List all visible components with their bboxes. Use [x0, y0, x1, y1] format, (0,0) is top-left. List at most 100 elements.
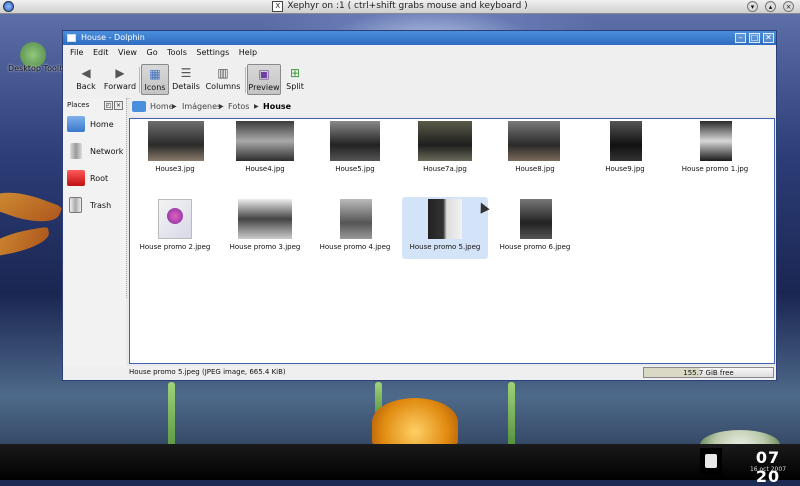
- file-item[interactable]: House3.jpg: [132, 119, 218, 181]
- icons-view-button[interactable]: ▦ Icons: [141, 64, 169, 95]
- file-name: House promo 5.jpeg: [409, 243, 481, 251]
- menu-edit[interactable]: Edit: [93, 48, 109, 57]
- file-name: House promo 2.jpeg: [139, 243, 211, 251]
- status-bar: House promo 5.jpeg (JPEG image, 665.4 Ki…: [63, 366, 776, 380]
- place-network-label: Network: [90, 147, 124, 156]
- file-item-selected[interactable]: House promo 5.jpeg: [402, 197, 488, 259]
- wallpaper-flower: [372, 398, 458, 446]
- host-title-bar: X Xephyr on :1 ( ctrl+shift grabs mouse a…: [0, 0, 800, 14]
- free-space-indicator: 155.7 GiB free: [643, 367, 774, 378]
- file-item[interactable]: House9.jpg: [582, 119, 668, 181]
- toolbar-separator: [245, 67, 246, 93]
- breadcrumb-arrow-icon[interactable]: ▶: [254, 103, 259, 110]
- breadcrumb-imagenes[interactable]: Imágenes: [182, 102, 221, 111]
- details-view-label: Details: [172, 82, 200, 91]
- host-maximize-button[interactable]: ▴: [765, 1, 776, 12]
- place-network[interactable]: Network: [63, 140, 126, 166]
- window-titlebar[interactable]: House - Dolphin – □ ✕: [63, 31, 776, 45]
- network-icon: [70, 143, 82, 159]
- file-thumbnail: [700, 121, 732, 161]
- wallpaper-stem: [508, 382, 515, 452]
- file-item[interactable]: House4.jpg: [222, 119, 308, 181]
- back-label: Back: [76, 82, 96, 91]
- breadcrumb-home[interactable]: Home: [150, 102, 174, 111]
- file-thumbnail: [520, 199, 552, 239]
- details-view-icon: ☰: [180, 66, 192, 80]
- file-name: House promo 6.jpeg: [499, 243, 571, 251]
- file-name: House8.jpg: [515, 165, 555, 173]
- file-item[interactable]: House7a.jpg: [402, 119, 488, 181]
- file-thumbnail: [340, 199, 372, 239]
- place-root[interactable]: Root: [63, 167, 126, 193]
- menu-file[interactable]: File: [70, 48, 83, 57]
- image-file-icon: [167, 208, 183, 224]
- status-text: House promo 5.jpeg (JPEG image, 665.4 Ki…: [129, 368, 286, 376]
- details-view-button[interactable]: ☰ Details: [171, 64, 201, 95]
- x-logo-icon: X: [272, 1, 284, 12]
- places-float-button[interactable]: ◰: [104, 101, 113, 110]
- file-item[interactable]: House8.jpg: [492, 119, 578, 181]
- breadcrumb-fotos[interactable]: Fotos: [228, 102, 249, 111]
- file-name: House7a.jpg: [423, 165, 467, 173]
- main-toolbar: ◀ Back ▶ Forward ▦ Icons ☰ Details ▥ Col…: [63, 61, 776, 99]
- icons-view-label: Icons: [144, 83, 166, 92]
- places-close-button[interactable]: ×: [114, 101, 123, 110]
- file-view[interactable]: House3.jpg House4.jpg House5.jpg House7a…: [129, 118, 775, 364]
- close-button[interactable]: ✕: [763, 33, 774, 43]
- host-minimize-button[interactable]: ▾: [747, 1, 758, 12]
- file-thumbnail: [238, 199, 292, 239]
- bottom-panel: [0, 444, 800, 480]
- split-view-button[interactable]: ⊞ Split: [283, 64, 307, 95]
- forward-button[interactable]: ▶ Forward: [103, 64, 137, 95]
- breadcrumb-house: House: [263, 102, 292, 111]
- menu-tools[interactable]: Tools: [167, 48, 187, 57]
- desktop-toolbox[interactable]: Desktop Toolbox: [6, 38, 74, 73]
- place-trash[interactable]: Trash: [63, 194, 126, 220]
- menu-help[interactable]: Help: [239, 48, 257, 57]
- host-close-button[interactable]: ×: [783, 1, 794, 12]
- home-location-icon[interactable]: [132, 101, 146, 112]
- window-title: House - Dolphin: [81, 33, 145, 42]
- file-thumbnail: [330, 121, 380, 161]
- file-thumbnail: [508, 121, 560, 161]
- device-notifier-icon[interactable]: [700, 448, 722, 474]
- forward-label: Forward: [103, 82, 137, 91]
- dolphin-window: House - Dolphin – □ ✕ File Edit View Go …: [62, 30, 777, 381]
- columns-view-button[interactable]: ▥ Columns: [203, 64, 243, 95]
- breadcrumb-arrow-icon[interactable]: ▶: [172, 103, 177, 110]
- file-thumbnail: [610, 121, 642, 161]
- menu-settings[interactable]: Settings: [196, 48, 229, 57]
- places-heading: Places: [67, 101, 90, 109]
- breadcrumb-arrow-icon[interactable]: ▶: [219, 103, 224, 110]
- preview-label: Preview: [248, 83, 280, 92]
- preview-toggle-button[interactable]: ▣ Preview: [247, 64, 281, 95]
- minimize-button[interactable]: –: [735, 33, 746, 43]
- host-title-text: Xephyr on :1 ( ctrl+shift grabs mouse an…: [287, 1, 528, 11]
- file-item[interactable]: House promo 6.jpeg: [492, 197, 578, 259]
- place-home[interactable]: Home: [63, 113, 126, 139]
- place-trash-label: Trash: [90, 201, 112, 210]
- back-button[interactable]: ◀ Back: [69, 64, 103, 95]
- trash-icon: [69, 197, 82, 213]
- menu-bar: File Edit View Go Tools Settings Help: [63, 45, 776, 61]
- split-view-icon: ⊞: [289, 66, 301, 80]
- file-name: House4.jpg: [245, 165, 285, 173]
- file-item[interactable]: House promo 4.jpeg: [312, 197, 398, 259]
- file-item[interactable]: House promo 1.jpg: [672, 119, 758, 181]
- place-home-label: Home: [90, 120, 114, 129]
- wallpaper-leaf: [0, 182, 63, 232]
- file-thumbnail: [428, 199, 462, 239]
- file-thumbnail: [418, 121, 472, 161]
- file-thumbnail: [158, 199, 192, 239]
- file-item[interactable]: House5.jpg: [312, 119, 398, 181]
- maximize-button[interactable]: □: [749, 33, 760, 43]
- menu-view[interactable]: View: [118, 48, 137, 57]
- free-space-label: 155.7 GiB free: [683, 369, 734, 377]
- menu-go[interactable]: Go: [147, 48, 158, 57]
- file-item[interactable]: House promo 3.jpeg: [222, 197, 308, 259]
- file-name: House9.jpg: [605, 165, 645, 173]
- icons-view-icon: ▦: [149, 67, 161, 81]
- file-name: House promo 4.jpeg: [319, 243, 391, 251]
- file-item[interactable]: House promo 2.jpeg: [132, 197, 218, 259]
- file-name: House3.jpg: [155, 165, 195, 173]
